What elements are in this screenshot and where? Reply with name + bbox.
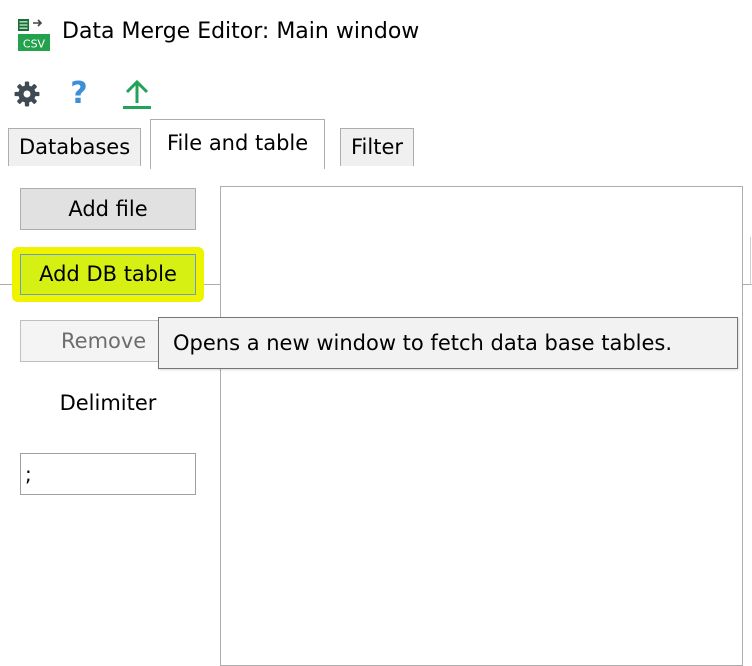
tab-databases[interactable]: Databases (8, 128, 142, 166)
help-icon: ? (70, 76, 88, 111)
add-db-table-button[interactable]: Add DB table (20, 254, 196, 295)
tab-file-and-table[interactable]: File and table (150, 119, 326, 169)
tab-filter[interactable]: Filter (340, 128, 415, 166)
svg-text:CSV: CSV (23, 38, 46, 51)
csv-icon: CSV (18, 19, 50, 51)
title-bar: CSV Data Merge Editor: Main window (0, 0, 752, 64)
window-title: Data Merge Editor: Main window (62, 19, 420, 44)
toolbar: ? (0, 70, 752, 118)
settings-button[interactable] (10, 76, 44, 112)
tooltip: Opens a new window to fetch data base ta… (158, 317, 738, 369)
tab-bar-edge (750, 237, 751, 285)
delimiter-label: Delimiter (59, 391, 157, 415)
help-button[interactable]: ? (62, 76, 96, 112)
add-file-button[interactable]: Add file (20, 188, 196, 230)
delimiter-input[interactable] (20, 453, 196, 495)
file-table-list[interactable] (220, 186, 743, 666)
gear-icon (14, 81, 40, 107)
upload-button[interactable] (120, 76, 154, 112)
upload-icon (123, 79, 151, 109)
